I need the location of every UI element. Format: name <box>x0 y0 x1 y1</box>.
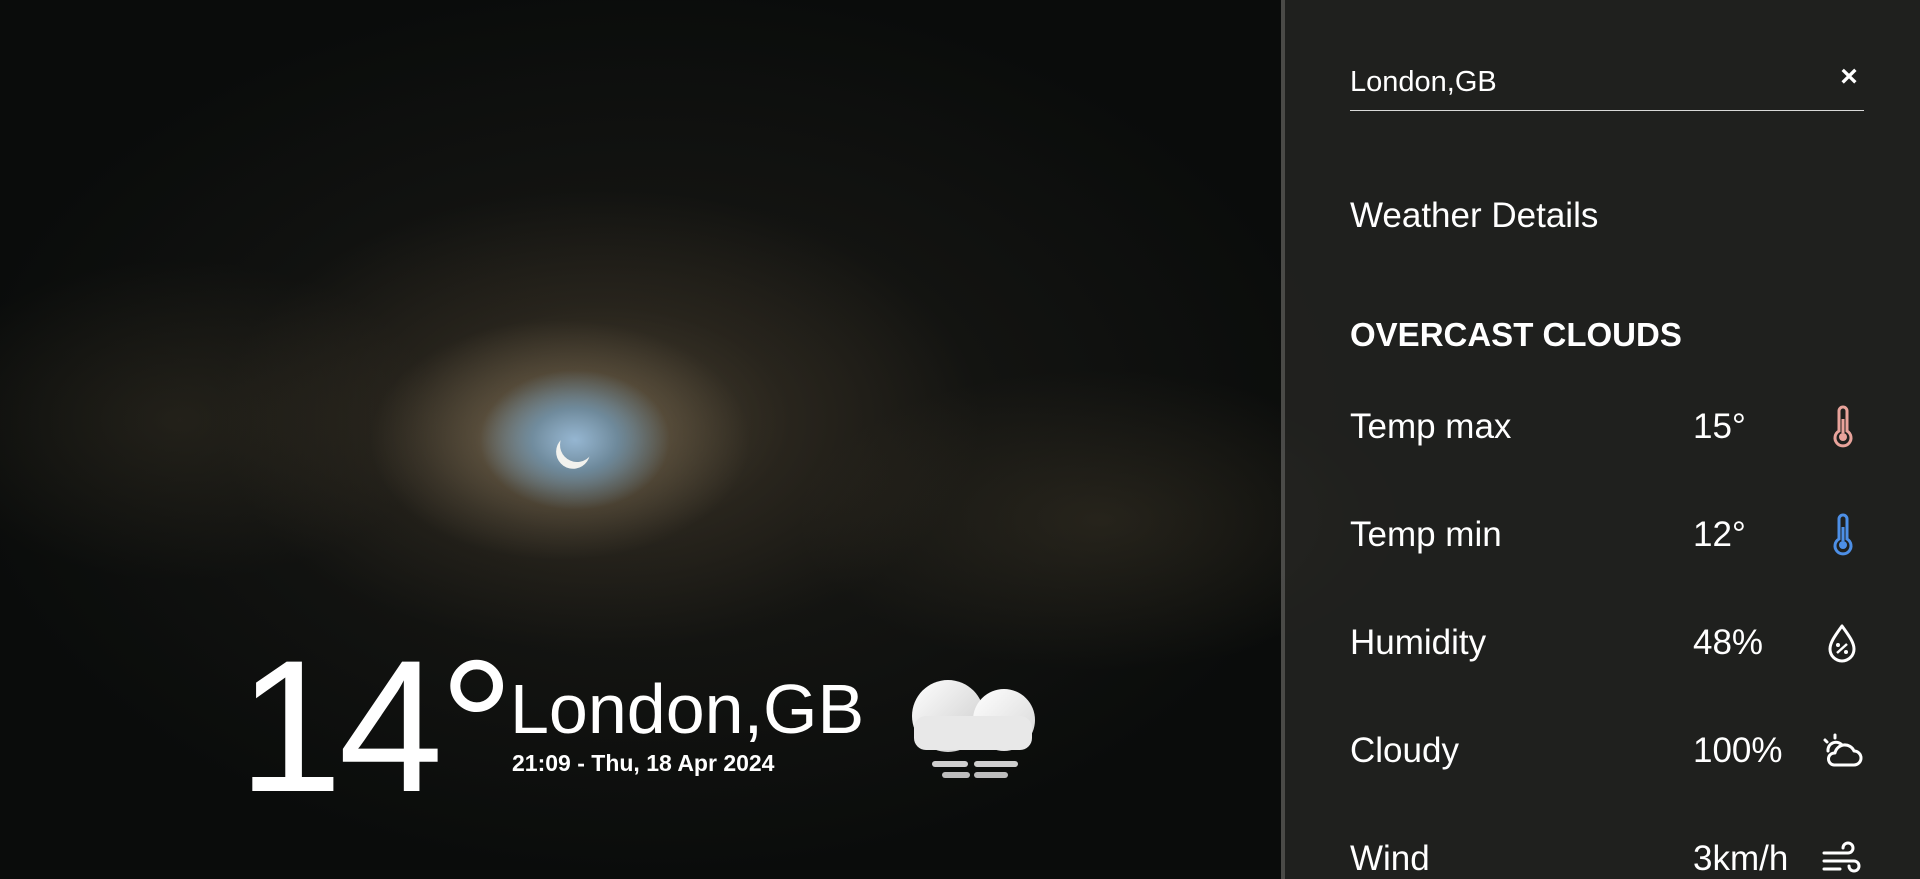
detail-label: Temp max <box>1350 407 1512 446</box>
cloud-fog-icon <box>912 680 1035 778</box>
thermometer-hot-icon <box>1833 405 1853 448</box>
detail-value: 100% <box>1693 731 1783 770</box>
search-input[interactable] <box>1350 62 1820 102</box>
search-bar: × <box>1350 58 1864 111</box>
cloud-sun-icon <box>1823 733 1863 767</box>
details-title: Weather Details <box>1350 196 1599 235</box>
detail-label: Temp min <box>1350 515 1502 554</box>
detail-label: Cloudy <box>1350 731 1459 770</box>
detail-row-wind: Wind 3km/h <box>1350 834 1864 879</box>
humidity-drop-icon <box>1828 624 1856 663</box>
clear-search-button[interactable]: × <box>1834 62 1864 92</box>
weather-app: 14° London,GB 21:09 - Thu, 18 Apr 2024 × <box>0 0 1920 879</box>
weather-condition: OVERCAST CLOUDS <box>1350 316 1682 353</box>
detail-value: 15° <box>1693 407 1746 446</box>
detail-value: 12° <box>1693 515 1746 554</box>
detail-label: Humidity <box>1350 623 1487 662</box>
detail-value: 3km/h <box>1693 839 1789 878</box>
detail-row-temp-min: Temp min 12° <box>1350 510 1864 560</box>
detail-row-humidity: Humidity 48% <box>1350 618 1864 668</box>
details-panel: × Weather Details OVERCAST CLOUDS Temp m… <box>1281 0 1920 879</box>
city-name: London,GB <box>510 670 865 748</box>
detail-label: Wind <box>1350 839 1430 878</box>
detail-value: 48% <box>1693 623 1764 662</box>
location-block: London,GB 21:09 - Thu, 18 Apr 2024 <box>510 672 864 777</box>
current-temperature: 14° <box>238 621 514 831</box>
wind-icon <box>1822 841 1861 873</box>
thermometer-cold-icon <box>1833 513 1853 556</box>
date-time: 21:09 - Thu, 18 Apr 2024 <box>512 750 775 776</box>
detail-row-cloudy: Cloudy 100% <box>1350 726 1864 776</box>
detail-row-temp-max: Temp max 15° <box>1350 402 1864 452</box>
